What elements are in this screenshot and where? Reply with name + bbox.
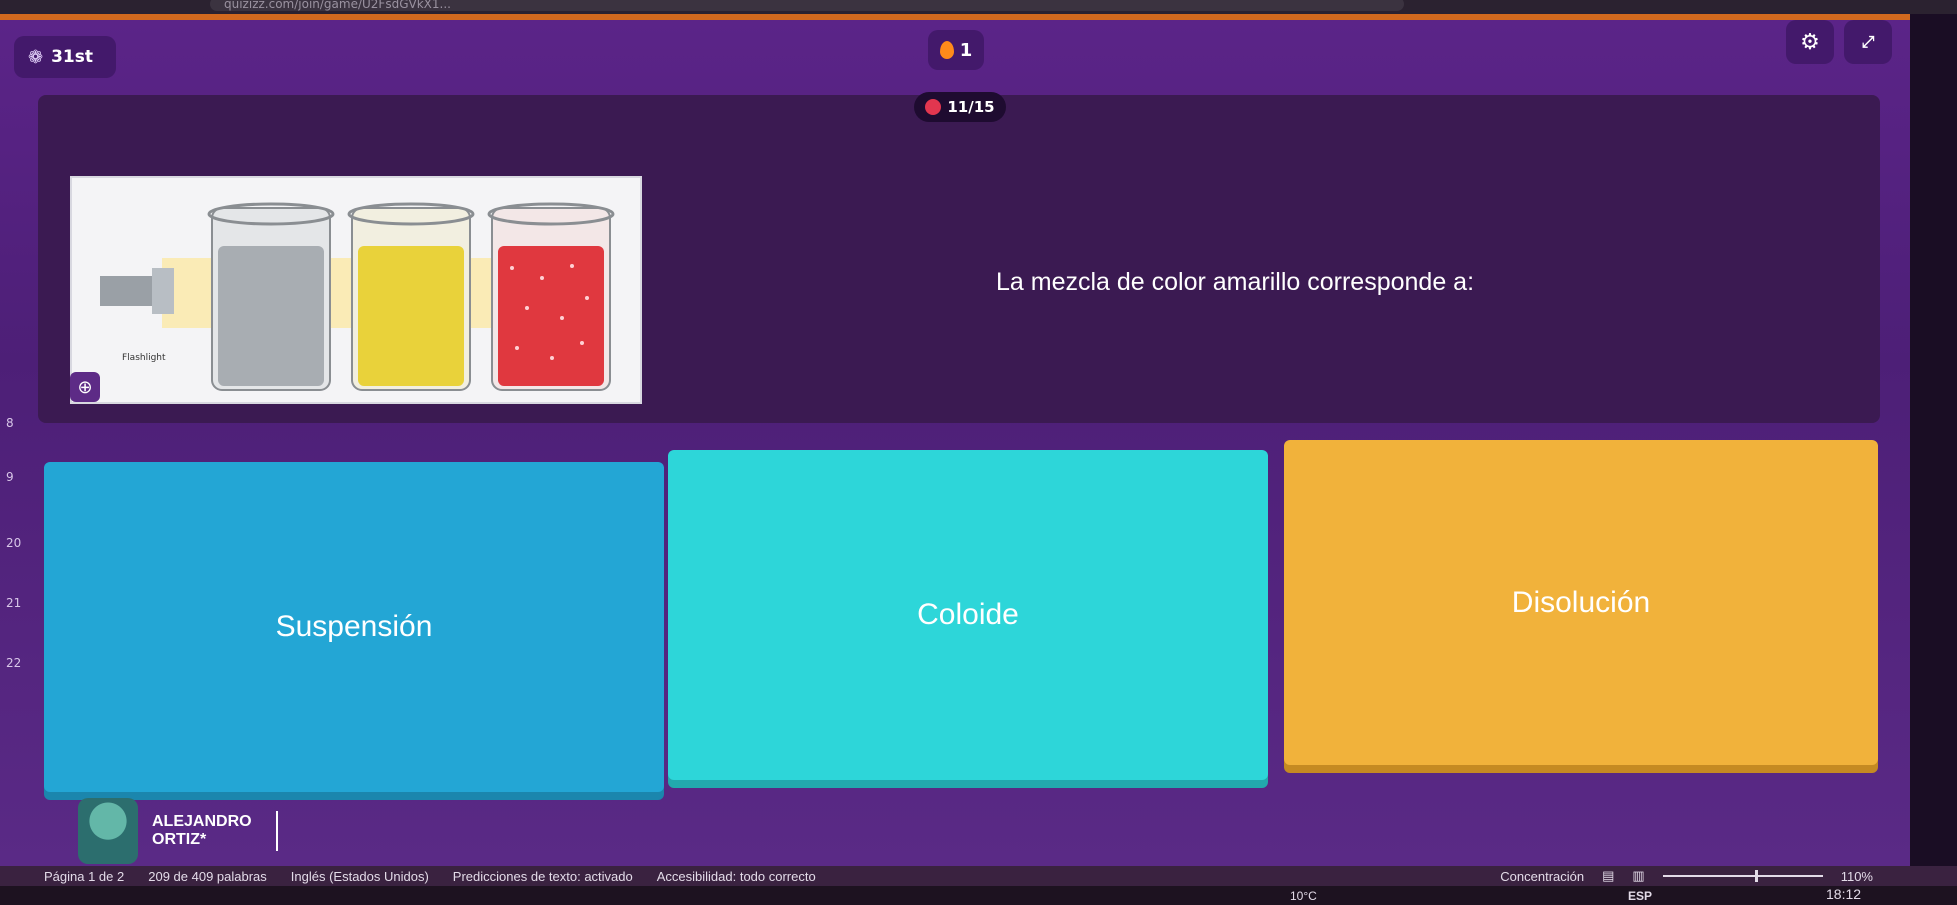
view-icon[interactable]: ▤ xyxy=(1602,868,1614,884)
avatar xyxy=(78,798,138,864)
progress-icon xyxy=(925,99,942,115)
rank-badge: ❁ 31st xyxy=(14,36,116,78)
ruler-mark: 21 xyxy=(6,596,22,610)
clock[interactable]: 18:12 xyxy=(1826,886,1861,902)
answer-label: Disolución xyxy=(1511,585,1651,619)
zoom-icon: ⊕ xyxy=(77,376,93,398)
expand-icon: ⤢ xyxy=(1861,32,1875,51)
medal-icon: ❁ xyxy=(28,46,44,68)
flame-icon xyxy=(939,41,954,59)
player-name: ALEJANDRO ORTIZ* xyxy=(152,813,252,848)
ruler-mark: 8 xyxy=(6,416,14,430)
streak-badge: 1 xyxy=(928,30,984,70)
zoom-slider[interactable] xyxy=(1662,870,1823,882)
focus-mode[interactable]: Concentración xyxy=(1500,869,1584,884)
taskbar: 10°C ESP 18:12 xyxy=(0,886,1957,905)
language-indicator[interactable]: Inglés (Estados Unidos) xyxy=(291,869,429,884)
zoom-image-button[interactable]: ⊕ xyxy=(70,372,100,402)
answer-label: Coloide xyxy=(917,598,1019,631)
flashlight-label: Flashlight xyxy=(122,353,166,363)
document-ruler: 8 9 20 21 22 xyxy=(0,140,30,830)
ruler-mark: 20 xyxy=(6,536,22,550)
question-progress: 11/15 xyxy=(914,92,1006,122)
rank-label: 31st xyxy=(51,47,93,67)
ruler-mark: 22 xyxy=(6,656,22,670)
weather-widget[interactable]: 10°C xyxy=(1290,889,1317,903)
flashlight-icon xyxy=(100,268,174,314)
text-predictions[interactable]: Predicciones de texto: activado xyxy=(453,869,633,884)
ruler-mark: 9 xyxy=(6,470,14,484)
question-image: Flashlight xyxy=(70,176,642,404)
browser-tab-strip: quizizz.com/join/game/U2FsdGVkX1... xyxy=(0,0,1957,14)
question-text: La mezcla de color amarillo corresponde … xyxy=(996,268,1475,296)
status-right-group: Concentración ▤ ▥ 110% xyxy=(1500,866,1873,886)
word-status-bar: Página 1 de 2 209 de 409 palabras Inglés… xyxy=(0,866,1957,886)
zoom-level[interactable]: 110% xyxy=(1841,869,1873,884)
divider xyxy=(276,811,278,851)
answer-option-2[interactable]: Coloide xyxy=(668,450,1268,780)
view-icon[interactable]: ▥ xyxy=(1632,868,1644,884)
page-indicator[interactable]: Página 1 de 2 xyxy=(44,869,124,884)
accessibility-checker[interactable]: Accesibilidad: todo correcto xyxy=(657,869,816,884)
gear-icon: ⚙ xyxy=(1800,29,1820,55)
beakers-illustration: Flashlight xyxy=(100,202,615,391)
word-count[interactable]: 209 de 409 palabras xyxy=(148,869,267,884)
settings-button[interactable]: ⚙ xyxy=(1786,20,1834,64)
input-language[interactable]: ESP xyxy=(1628,889,1652,903)
answer-option-3[interactable]: Disolución xyxy=(1284,440,1878,765)
answer-label: Suspensión xyxy=(275,610,433,643)
player-info: ALEJANDRO ORTIZ* xyxy=(78,796,278,866)
address-bar[interactable]: quizizz.com/join/game/U2FsdGVkX1... xyxy=(210,0,1404,11)
fullscreen-button[interactable]: ⤢ xyxy=(1844,20,1892,64)
streak-count: 1 xyxy=(959,39,973,61)
progress-label: 11/15 xyxy=(947,98,995,116)
answer-option-1[interactable]: Suspensión xyxy=(44,462,664,792)
